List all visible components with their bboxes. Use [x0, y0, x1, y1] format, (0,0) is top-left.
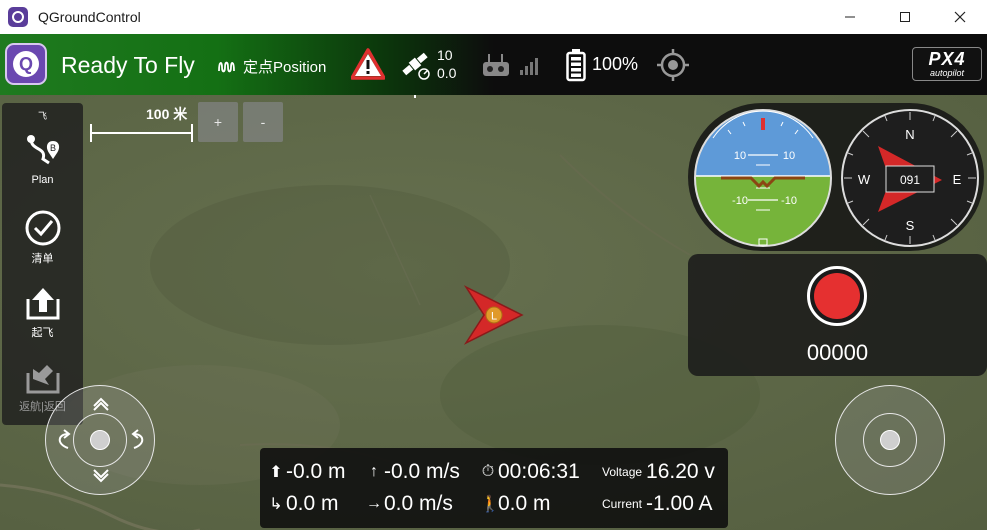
- rc-transmitter-icon[interactable]: [482, 52, 510, 78]
- compass-west: W: [858, 172, 871, 187]
- attitude-indicator: 10 10 -10 -10: [694, 109, 832, 247]
- gps-hdop: 0.0: [437, 65, 457, 81]
- qgc-app-icon: [8, 7, 28, 27]
- vertical-speed-value: ↑ -0.0 m/s: [366, 460, 460, 484]
- distance-home-icon: ↳: [269, 496, 283, 513]
- camera-panel: 00000: [688, 254, 987, 376]
- flight-mode-label: 定点Position: [243, 59, 327, 76]
- ground-speed-icon: →: [366, 495, 382, 512]
- vehicle-badge: L: [491, 311, 497, 323]
- flight-mode-selector[interactable]: 定点Position: [217, 56, 326, 77]
- maximize-icon: [899, 12, 910, 22]
- vertical-speed-icon: ↑: [370, 463, 378, 480]
- toolstrip-fly-label: 飞: [37, 111, 47, 121]
- close-icon: [954, 11, 965, 23]
- maximize-button[interactable]: [877, 0, 932, 34]
- tool-strip: 飞 B Plan 清单 起飞 返航|返回: [2, 103, 83, 425]
- voltage-label: Voltage: [602, 465, 643, 479]
- joystick-direction-icons: [58, 397, 144, 483]
- ground-speed-value: → 0.0 m/s: [366, 492, 453, 515]
- current-value: Current -1.00 A: [602, 492, 713, 515]
- warning-icon[interactable]: [351, 48, 385, 80]
- rc-signal-icon: [520, 58, 538, 75]
- plan-route-icon: B: [26, 135, 59, 165]
- px4-logo: PX4 autopilot: [912, 47, 982, 81]
- altitude-icon: ⬆: [269, 464, 283, 481]
- record-counter: 00000: [806, 340, 869, 365]
- pitch-down-right: -10: [781, 195, 797, 207]
- battery-icon[interactable]: [566, 48, 586, 82]
- scale-label: 100 米: [146, 106, 188, 122]
- checklist-label: 清单: [31, 253, 54, 265]
- heading-readout: 091: [900, 173, 920, 187]
- rtk-crosshair-icon[interactable]: [656, 48, 690, 82]
- takeoff-label: 起飞: [31, 327, 54, 339]
- walking-person-icon: 🚶: [480, 496, 500, 513]
- window-titlebar: QGroundControl: [0, 0, 987, 34]
- svg-text:B: B: [49, 143, 55, 153]
- checklist-button[interactable]: 清单: [2, 209, 83, 266]
- checklist-icon: [25, 210, 60, 246]
- record-button[interactable]: [807, 266, 867, 326]
- compass-south: S: [906, 218, 915, 233]
- compass-east: E: [953, 172, 962, 187]
- px4-logo-main: PX4: [928, 49, 966, 69]
- plan-button[interactable]: B Plan: [2, 131, 83, 186]
- window-controls: [822, 0, 987, 34]
- flight-mode-icon: [218, 61, 235, 72]
- zoom-in-button[interactable]: +: [198, 102, 238, 142]
- pitch-up-left: 10: [734, 150, 746, 162]
- gps-satellite-count: 10: [437, 47, 453, 63]
- scale-bar: [90, 124, 193, 142]
- compass-north: N: [905, 127, 914, 142]
- window-title: QGroundControl: [38, 9, 141, 25]
- vehicle-status[interactable]: Ready To Fly: [61, 52, 195, 79]
- telemetry-panel[interactable]: ⬆ -0.0 m ↑ -0.0 m/s ⏱ 00:06:31 Voltage 1…: [260, 448, 728, 528]
- pitch-up-right: 10: [783, 150, 795, 162]
- qgc-menu-button[interactable]: Q: [5, 43, 47, 85]
- plan-label: Plan: [31, 174, 54, 186]
- right-joystick-knob[interactable]: [880, 430, 900, 450]
- takeoff-icon: [26, 288, 59, 320]
- altitude-value: ⬆ -0.0 m: [269, 460, 346, 483]
- gps-values[interactable]: 10 0.0: [437, 46, 456, 82]
- pitch-down-left: -10: [732, 195, 748, 207]
- close-button[interactable]: [932, 0, 987, 34]
- voltage-value: Voltage 16.20 v: [602, 460, 715, 483]
- gps-satellite-icon[interactable]: [400, 49, 434, 81]
- distance-value: 🚶 0.0 m: [480, 492, 551, 515]
- current-label: Current: [602, 497, 643, 511]
- right-joystick[interactable]: [835, 385, 945, 495]
- battery-percent[interactable]: 100%: [592, 54, 638, 75]
- minimize-button[interactable]: [822, 0, 877, 34]
- record-icon: [814, 273, 860, 319]
- distance-home-value: ↳ 0.0 m: [269, 492, 339, 515]
- flight-time-value: ⏱ 00:06:31: [481, 460, 580, 483]
- timer-icon: ⏱: [481, 463, 495, 480]
- zoom-out-button[interactable]: -: [243, 102, 283, 142]
- takeoff-button[interactable]: 起飞: [2, 285, 83, 340]
- left-joystick[interactable]: [45, 385, 155, 495]
- minimize-icon: [844, 16, 855, 18]
- main-toolbar: Q Ready To Fly 定点Position 10 0.0 100% PX…: [0, 34, 987, 95]
- compass-indicator: N S W E 091: [841, 109, 979, 247]
- px4-logo-sub: autopilot: [929, 68, 965, 78]
- vehicle-marker[interactable]: L: [462, 285, 526, 345]
